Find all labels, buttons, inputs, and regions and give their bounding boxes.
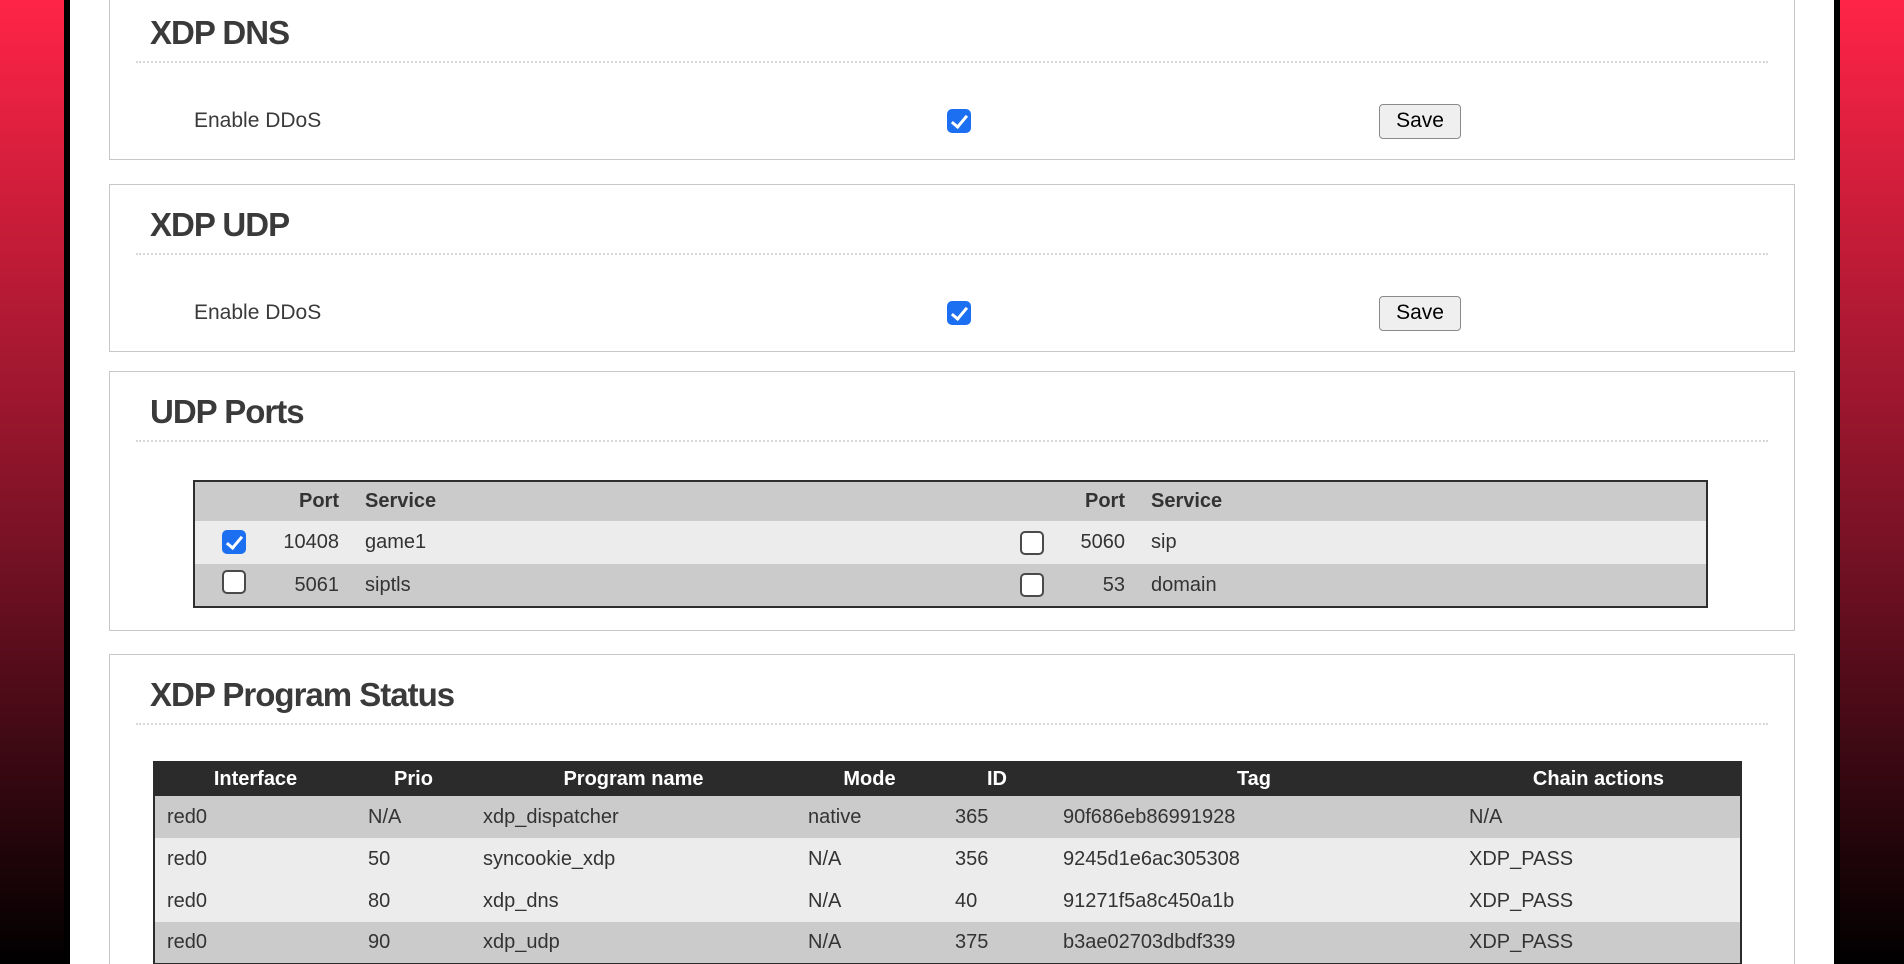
column-header-port: Port [1076, 481, 1137, 521]
column-header-id: ID [943, 762, 1051, 796]
panel-title-xdp-dns: XDP DNS [150, 13, 1768, 53]
id-cell: 375 [943, 922, 1051, 964]
column-header-mode: Mode [796, 762, 943, 796]
port-checkbox-game1[interactable] [222, 530, 246, 554]
panel-title-xdp-program-status: XDP Program Status [150, 675, 1768, 715]
mode-cell: N/A [796, 838, 943, 880]
tag-cell: 9245d1e6ac305308 [1051, 838, 1457, 880]
column-header-tag: Tag [1051, 762, 1457, 796]
enable-ddos-checkbox-udp[interactable] [947, 301, 971, 325]
status-row: red0 50 syncookie_xdp N/A 356 9245d1e6ac… [154, 838, 1741, 880]
program-name-cell: syncookie_xdp [471, 838, 796, 880]
interface-cell: red0 [154, 796, 356, 838]
status-header-row: Interface Prio Program name Mode ID Tag … [154, 762, 1741, 796]
panel-xdp-dns: XDP DNS Enable DDoS Save [109, 0, 1795, 160]
service-cell: game1 [351, 521, 950, 564]
id-cell: 356 [943, 838, 1051, 880]
content-page: XDP DNS Enable DDoS Save XDP UDP Enable … [64, 0, 1840, 964]
udp-ports-row: 5061 siptls 53 domain [194, 564, 1707, 607]
program-name-cell: xdp_dispatcher [471, 796, 796, 838]
mode-cell: N/A [796, 922, 943, 964]
port-checkbox-sip[interactable] [1020, 531, 1044, 555]
chain-actions-cell: XDP_PASS [1457, 922, 1741, 964]
enable-ddos-row-dns: Enable DDoS Save [136, 103, 1768, 139]
column-header-chain-actions: Chain actions [1457, 762, 1741, 796]
title-divider [136, 61, 1768, 63]
panel-udp-ports: UDP Ports Port Service Port Service [109, 371, 1795, 631]
xdp-program-status-table: Interface Prio Program name Mode ID Tag … [153, 761, 1742, 964]
tag-cell: b3ae02703dbdf339 [1051, 922, 1457, 964]
chain-actions-cell: XDP_PASS [1457, 838, 1741, 880]
udp-ports-row: 10408 game1 5060 sip [194, 521, 1707, 564]
column-header-service: Service [1137, 481, 1707, 521]
program-name-cell: xdp_dns [471, 880, 796, 922]
column-header-prio: Prio [356, 762, 471, 796]
panel-title-udp-ports: UDP Ports [150, 392, 1768, 432]
port-checkbox-domain[interactable] [1020, 573, 1044, 597]
enable-ddos-checkbox-dns[interactable] [947, 109, 971, 133]
port-cell: 5060 [1076, 521, 1137, 564]
prio-cell: 50 [356, 838, 471, 880]
id-cell: 40 [943, 880, 1051, 922]
prio-cell: N/A [356, 796, 471, 838]
prio-cell: 80 [356, 880, 471, 922]
enable-ddos-row-udp: Enable DDoS Save [136, 295, 1768, 331]
port-checkbox-siptls[interactable] [222, 570, 246, 594]
panel-title-xdp-udp: XDP UDP [150, 205, 1768, 245]
tag-cell: 91271f5a8c450a1b [1051, 880, 1457, 922]
save-button-dns[interactable]: Save [1379, 104, 1461, 139]
port-cell: 53 [1076, 564, 1137, 607]
id-cell: 365 [943, 796, 1051, 838]
service-cell: domain [1137, 564, 1707, 607]
prio-cell: 90 [356, 922, 471, 964]
mode-cell: native [796, 796, 943, 838]
chain-actions-cell: N/A [1457, 796, 1741, 838]
mode-cell: N/A [796, 880, 943, 922]
udp-ports-table: Port Service Port Service 10408 game1 50… [193, 480, 1708, 608]
service-cell: siptls [351, 564, 950, 607]
checkbox-column-header [194, 481, 251, 521]
tag-cell: 90f686eb86991928 [1051, 796, 1457, 838]
port-cell: 5061 [251, 564, 351, 607]
save-button-udp[interactable]: Save [1379, 296, 1461, 331]
panel-xdp-program-status: XDP Program Status Interface Prio Progra… [109, 654, 1795, 964]
status-row: red0 90 xdp_udp N/A 375 b3ae02703dbdf339… [154, 922, 1741, 964]
column-header-port: Port [251, 481, 351, 521]
interface-cell: red0 [154, 838, 356, 880]
status-row: red0 80 xdp_dns N/A 40 91271f5a8c450a1b … [154, 880, 1741, 922]
column-header-service: Service [351, 481, 950, 521]
program-name-cell: xdp_udp [471, 922, 796, 964]
status-row: red0 N/A xdp_dispatcher native 365 90f68… [154, 796, 1741, 838]
enable-ddos-label: Enable DDoS [136, 301, 947, 325]
udp-ports-header-row: Port Service Port Service [194, 481, 1707, 521]
interface-cell: red0 [154, 922, 356, 964]
title-divider [136, 253, 1768, 255]
checkbox-column-header [950, 481, 1076, 521]
title-divider [136, 440, 1768, 442]
column-header-interface: Interface [154, 762, 356, 796]
chain-actions-cell: XDP_PASS [1457, 880, 1741, 922]
port-cell: 10408 [251, 521, 351, 564]
interface-cell: red0 [154, 880, 356, 922]
column-header-program-name: Program name [471, 762, 796, 796]
title-divider [136, 723, 1768, 725]
panel-xdp-udp: XDP UDP Enable DDoS Save [109, 184, 1795, 352]
service-cell: sip [1137, 521, 1707, 564]
enable-ddos-label: Enable DDoS [136, 109, 947, 133]
